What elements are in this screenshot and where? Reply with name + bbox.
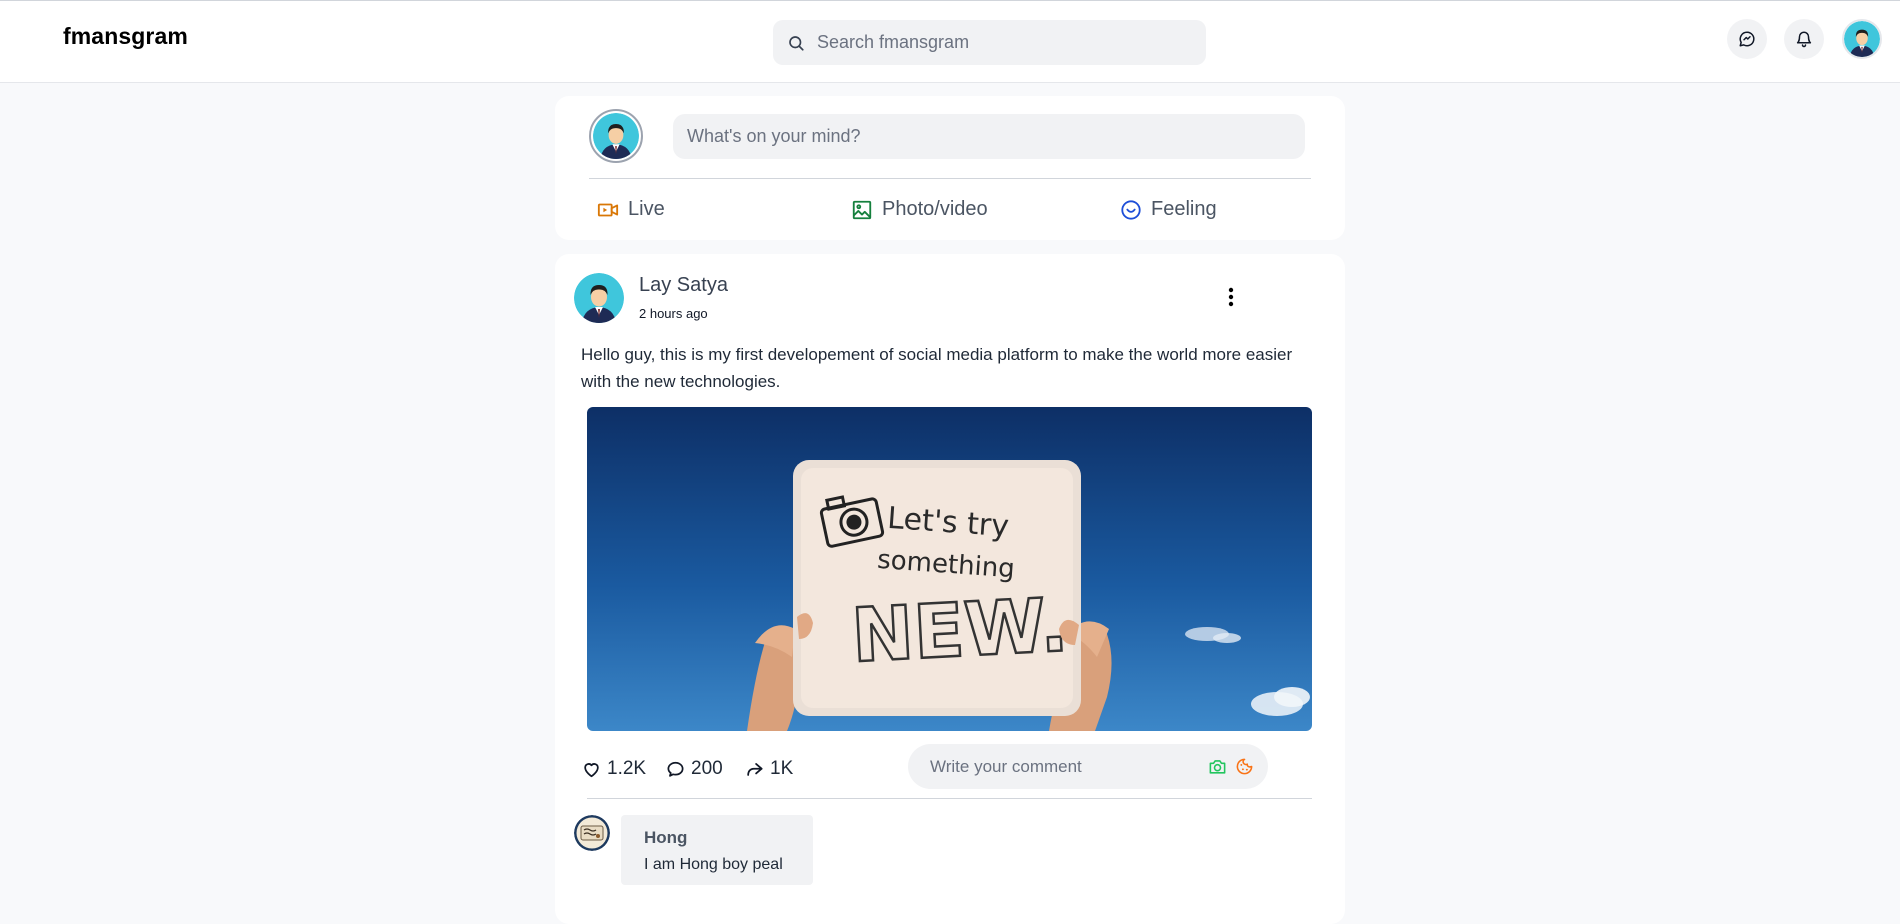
post-options-button[interactable] [1222,284,1240,310]
live-button[interactable]: Live [597,198,665,221]
comment-text: I am Hong boy peal [644,856,783,873]
search-icon [787,34,805,52]
comment-input[interactable] [930,756,1200,777]
photo-video-label: Photo/video [882,198,988,220]
image-icon [851,199,873,221]
sticker-icon[interactable] [1235,757,1254,776]
sign-text-line3: NEW. [850,582,1070,679]
commenter-name[interactable]: Hong [644,828,687,848]
feeling-button[interactable]: Feeling [1120,198,1217,221]
comment-icon [666,760,685,779]
comment-bubble: Hong I am Hong boy peal [621,815,813,885]
share-icon [745,760,764,779]
share-button[interactable]: 1K [745,758,793,780]
post-text: Hello guy, this is my first developement… [581,345,1293,391]
search-input[interactable] [817,32,1197,53]
camera-icon[interactable] [1208,757,1227,776]
more-vertical-icon [1228,287,1234,307]
like-button[interactable]: 1.2K [582,758,646,780]
smile-icon [1120,199,1142,221]
share-count: 1K [770,758,794,779]
notifications-button[interactable] [1784,19,1824,59]
post-timestamp: 2 hours ago [639,306,708,321]
composer-avatar[interactable] [589,109,643,163]
video-icon [597,199,619,221]
photo-video-button[interactable]: Photo/video [851,198,988,221]
create-post-card: Live Photo/video Feeling [555,96,1345,240]
comment-button[interactable]: 200 [666,758,723,780]
bell-icon [1795,30,1813,48]
search-bar[interactable] [773,20,1206,65]
messenger-icon [1738,30,1756,48]
messenger-button[interactable] [1727,19,1767,59]
post-author-name[interactable]: Lay Satya [639,274,728,297]
comment-count: 200 [691,758,723,779]
comments-divider [587,798,1312,799]
live-label: Live [628,198,665,220]
post-card: Lay Satya 2 hours ago Hello guy, this is… [555,254,1345,924]
comment-input-box[interactable] [908,744,1268,789]
heart-icon [582,760,601,779]
app-logo[interactable]: fmansgram [63,23,188,50]
post-image[interactable]: Let's try something NEW. [587,407,1312,731]
profile-avatar[interactable] [1842,19,1882,59]
commenter-avatar[interactable] [574,815,610,851]
feeling-label: Feeling [1151,198,1217,220]
like-count: 1.2K [607,758,647,779]
whats-on-your-mind-input[interactable] [673,114,1305,159]
top-navbar: fmansgram [0,0,1900,83]
post-author-avatar[interactable] [574,273,624,323]
composer-divider [589,178,1311,179]
